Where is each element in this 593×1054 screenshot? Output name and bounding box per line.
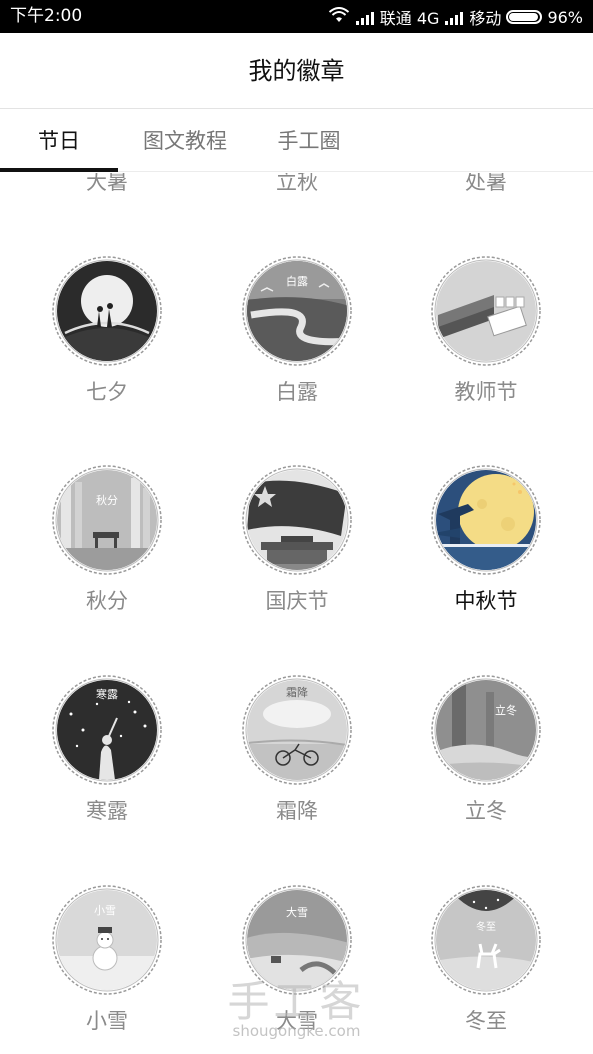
badge-label[interactable]: 国庆节 (217, 588, 377, 614)
header: 我的徽章 (0, 33, 593, 109)
hanlu-badge-icon[interactable]: 寒露 (51, 674, 163, 786)
signal-icon (444, 10, 464, 25)
badge-text: 秋分 (96, 493, 118, 507)
national-day-badge-icon[interactable] (241, 464, 353, 576)
badge-text: 寒露 (96, 687, 118, 701)
qixi-badge-icon[interactable] (51, 255, 163, 367)
shuangjiang-badge-icon[interactable]: 霜降 (241, 674, 353, 786)
badge-label[interactable]: 七夕 (27, 379, 187, 405)
badge-label[interactable]: 立秋 (197, 173, 397, 195)
status-bar: 下午2:00 联通 4G 移动 96% (0, 0, 593, 33)
badge-text: 冬至 (476, 920, 496, 933)
badge-label[interactable]: 立冬 (406, 798, 566, 824)
tab-craft-circle[interactable]: 手工圈 (256, 110, 362, 172)
badge-grid: 大暑 立秋 处暑 七夕 白露 白露 教师节 秋分 秋分 国庆节 中秋节 寒露 寒… (0, 173, 593, 1054)
badge-label[interactable]: 大暑 (7, 173, 207, 195)
mid-autumn-badge-icon[interactable] (430, 464, 542, 576)
status-right-group: 联通 4G 移动 96% (328, 6, 583, 28)
battery-icon (506, 10, 543, 24)
badge-label[interactable]: 秋分 (27, 588, 187, 614)
carrier-2: 移动 (469, 9, 502, 28)
badge-label[interactable]: 白露 (217, 379, 377, 405)
bailu-badge-icon[interactable]: 白露 (241, 255, 353, 367)
status-time: 下午2:00 (10, 6, 83, 26)
lidong-badge-icon[interactable]: 立冬 (430, 674, 542, 786)
badge-label[interactable]: 寒露 (27, 798, 187, 824)
badge-text: 大雪 (286, 905, 308, 919)
carrier-1: 联通 4G (379, 9, 440, 28)
badge-label[interactable]: 大雪 (217, 1008, 377, 1034)
battery-percent: 96% (547, 7, 583, 27)
badge-text: 小雪 (94, 904, 116, 917)
teachers-day-badge-icon[interactable] (430, 255, 542, 367)
wifi-icon (328, 7, 350, 27)
badge-label[interactable]: 中秋节 (406, 588, 566, 614)
badge-label[interactable]: 处暑 (386, 173, 586, 195)
badge-label[interactable]: 霜降 (217, 798, 377, 824)
badge-text: 白露 (286, 274, 308, 288)
badge-label[interactable]: 小雪 (27, 1008, 187, 1034)
badge-text: 霜降 (286, 685, 308, 699)
badge-label[interactable]: 冬至 (406, 1008, 566, 1034)
badge-label[interactable]: 教师节 (406, 379, 566, 405)
daxue-badge-icon[interactable]: 大雪 (241, 884, 353, 996)
tab-bar: 节日 图文教程 手工圈 (0, 110, 593, 172)
tab-indicator (0, 168, 118, 172)
tab-tutorials[interactable]: 图文教程 (124, 110, 246, 172)
signal-icon (355, 10, 375, 25)
badge-text: 立冬 (495, 703, 517, 717)
dongzhi-badge-icon[interactable]: 冬至 (430, 884, 542, 996)
xiaoxue-badge-icon[interactable]: 小雪 (51, 884, 163, 996)
tab-festivals[interactable]: 节日 (0, 110, 118, 172)
qiufen-badge-icon[interactable]: 秋分 (51, 464, 163, 576)
page-title: 我的徽章 (248, 57, 345, 85)
